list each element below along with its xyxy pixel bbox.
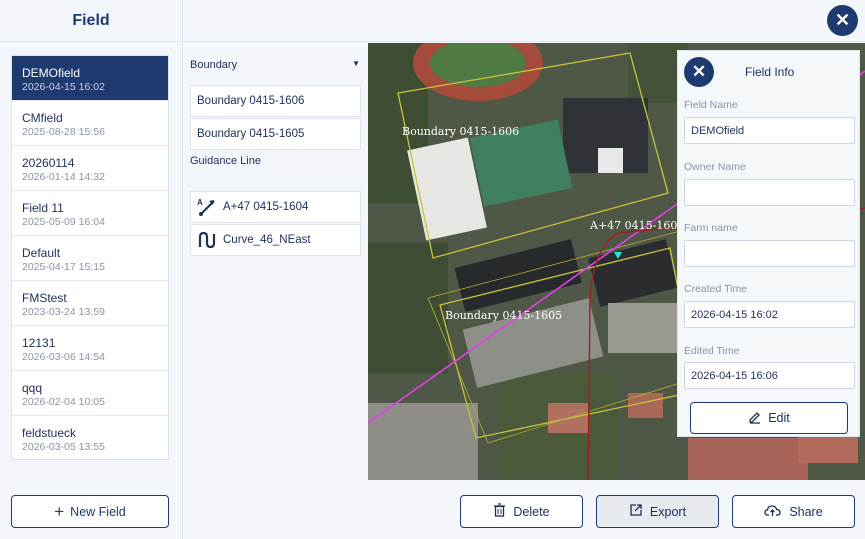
field-item-default[interactable]: Default 2025-04-17 15:15	[12, 236, 168, 281]
guidance-line-heading: Guidance Line	[190, 155, 261, 167]
guidance-item-curve[interactable]: Curve_46_NEast	[190, 224, 361, 256]
field-item-date: 2025-05-09 16:04	[22, 216, 105, 228]
field-item-name: feldstueck	[22, 426, 77, 440]
field-item-date: 2025-08-28 15:56	[22, 126, 105, 138]
boundary-item-1605[interactable]: Boundary 0415-1605	[190, 118, 361, 150]
field-item-name: qqq	[22, 381, 43, 395]
delete-button[interactable]: Delete	[460, 495, 583, 528]
share-label: Share	[789, 504, 823, 519]
close-icon[interactable]: ✕	[827, 5, 858, 36]
farm-name-input[interactable]	[684, 240, 855, 267]
guidance-item-label: A+47 0415-1604	[223, 201, 309, 213]
field-item-qqq[interactable]: qqq 2026-02-04 10:05	[12, 371, 168, 416]
field-info-panel: ✕ Field Info Field Name DEMOfield Owner …	[677, 50, 860, 437]
owner-name-input[interactable]	[684, 179, 855, 206]
field-item-name: CMfield	[22, 111, 63, 125]
delete-label: Delete	[513, 504, 550, 519]
share-button[interactable]: Share	[732, 495, 855, 528]
ab-line-icon: A	[197, 197, 217, 217]
export-button[interactable]: Export	[596, 495, 719, 528]
field-item-fmstest[interactable]: FMStest 2023-03-24 13:59	[12, 281, 168, 326]
field-item-feldstueck[interactable]: feldstueck 2026-03-05 13:55	[12, 416, 168, 459]
map-label-line-1604: A+47 0415-1604	[589, 219, 684, 232]
field-item-name: Default	[22, 246, 61, 260]
field-item-demofield[interactable]: DEMOfield 2026-04-15 16:02	[12, 56, 168, 101]
edited-time-field: 2026-04-15 16:06	[684, 362, 855, 389]
field-info-title: Field Info	[745, 65, 795, 79]
field-item-date: 2026-03-06 14:54	[22, 351, 105, 363]
field-item-20260114[interactable]: 20260114 2026-01-14 14:32	[12, 146, 168, 191]
field-item-date: 2026-03-05 13:55	[22, 441, 105, 453]
field-item-name: 20260114	[22, 156, 75, 170]
farm-name-label: Farm name	[684, 222, 738, 234]
edit-label: Edit	[768, 411, 790, 425]
svg-text:A: A	[197, 198, 203, 207]
close-icon[interactable]: ✕	[684, 57, 714, 87]
field-item-date: 2025-04-17 15:15	[22, 261, 105, 273]
caret-down-icon: ▼	[352, 59, 360, 68]
field-item-name: FMStest	[22, 291, 67, 305]
field-item-date: 2026-04-15 16:02	[22, 81, 105, 93]
export-icon	[629, 503, 643, 520]
field-item-field-11[interactable]: Field 11 2025-05-09 16:04	[12, 191, 168, 236]
field-item-date: 2026-02-04 10:05	[22, 396, 105, 408]
created-time-label: Created Time	[684, 283, 748, 295]
field-list[interactable]: DEMOfield 2026-04-15 16:02 CMfield 2025-…	[11, 55, 169, 460]
new-field-button[interactable]: + New Field	[11, 495, 169, 528]
sidebar-title: Field	[72, 11, 110, 29]
layers-panel: Boundary ▼ Boundary 0415-1606 Boundary 0…	[184, 43, 368, 480]
boundary-item-1606[interactable]: Boundary 0415-1606	[190, 85, 361, 117]
field-item-cmfield[interactable]: CMfield 2025-08-28 15:56	[12, 101, 168, 146]
boundary-item-label: Boundary 0415-1605	[197, 128, 305, 140]
sidebar-header: Field	[0, 0, 182, 42]
cloud-share-icon	[764, 503, 782, 520]
map-label-boundary-1605: Boundary 0415-1605	[445, 309, 562, 322]
new-field-label: New Field	[70, 504, 126, 519]
export-label: Export	[649, 504, 687, 519]
curve-line-icon	[197, 230, 217, 250]
guidance-item-label: Curve_46_NEast	[223, 234, 311, 246]
boundary-dropdown[interactable]: Boundary ▼	[190, 59, 360, 71]
field-item-12131[interactable]: 12131 2026-03-06 14:54	[12, 326, 168, 371]
edit-button[interactable]: Edit	[690, 402, 848, 434]
owner-name-label: Owner Name	[684, 161, 746, 173]
field-item-date: 2023-03-24 13:59	[22, 306, 105, 318]
plus-icon: +	[54, 502, 65, 521]
created-time-field: 2026-04-15 16:02	[684, 301, 855, 328]
edited-time-label: Edited Time	[684, 345, 740, 357]
field-item-name: DEMOfield	[22, 66, 81, 80]
field-item-date: 2026-01-14 14:32	[22, 171, 105, 183]
boundary-heading: Boundary	[190, 59, 238, 71]
field-name-input[interactable]: DEMOfield	[684, 117, 855, 144]
trash-icon	[493, 503, 506, 520]
top-bar: ✕	[184, 0, 865, 42]
pencil-icon	[748, 410, 762, 427]
guidance-item-ab-line[interactable]: A A+47 0415-1604	[190, 191, 361, 223]
field-name-label: Field Name	[684, 99, 738, 111]
field-item-name: Field 11	[22, 201, 64, 215]
boundary-item-label: Boundary 0415-1606	[197, 95, 305, 107]
map-label-boundary-1606: Boundary 0415-1606	[402, 125, 519, 138]
field-sidebar: Field DEMOfield 2026-04-15 16:02 CMfield…	[0, 0, 183, 539]
field-item-name: 12131	[22, 336, 56, 350]
